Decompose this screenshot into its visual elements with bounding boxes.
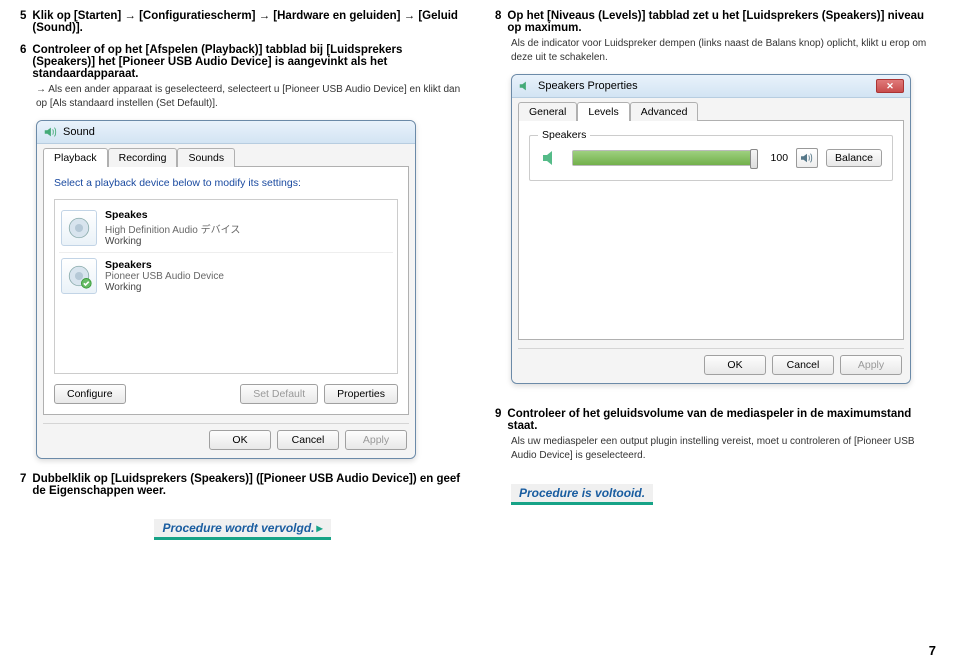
- volume-slider[interactable]: [572, 150, 756, 166]
- tab-playback[interactable]: Playback: [43, 148, 108, 167]
- device-sub: Pioneer USB Audio Device: [105, 271, 224, 282]
- step-text: Dubbelklik op [Luidsprekers (Speakers)] …: [32, 473, 465, 497]
- step-number: 7: [20, 473, 26, 497]
- group-legend: Speakers: [538, 129, 590, 141]
- step-text: Controleer of het geluidsvolume van de m…: [507, 408, 940, 432]
- tab-levels[interactable]: Levels: [577, 102, 629, 121]
- step-number: 5: [20, 10, 26, 34]
- apply-button[interactable]: Apply: [840, 355, 902, 375]
- device-row[interactable]: Speakers Pioneer USB Audio Device Workin…: [59, 253, 393, 299]
- step-note: Als de indicator voor Luidspreker dempen…: [511, 37, 940, 64]
- step-9: 9 Controleer of het geluidsvolume van de…: [495, 408, 940, 462]
- ok-button[interactable]: OK: [704, 355, 766, 375]
- tab-advanced[interactable]: Advanced: [630, 102, 699, 121]
- properties-button[interactable]: Properties: [324, 384, 398, 404]
- title-bar: Sound: [37, 121, 415, 144]
- step-5: 5 Klik op [Starten] → [Configuratiescher…: [20, 10, 465, 34]
- prompt-text: Select a playback device below to modify…: [54, 177, 398, 189]
- device-name: Speakers: [105, 259, 224, 271]
- procedure-complete: Procedure is voltooid.: [511, 484, 653, 505]
- step-number: 8: [495, 10, 501, 34]
- tab-panel: Speakers 100 Balan: [518, 120, 904, 340]
- tab-recording[interactable]: Recording: [108, 148, 178, 167]
- step-text: Op het [Niveaus (Levels)] tabblad zet u …: [507, 10, 940, 34]
- tab-strip: Playback Recording Sounds: [43, 148, 409, 167]
- dialog-title: Sound: [63, 126, 95, 138]
- cancel-button[interactable]: Cancel: [277, 430, 339, 450]
- volume-value: 100: [764, 152, 788, 164]
- device-status: Working: [105, 236, 240, 247]
- device-row[interactable]: Speakes High Definition Audio デバイス Worki…: [59, 204, 393, 253]
- sound-dialog: Sound Playback Recording Sounds Select a…: [36, 120, 416, 459]
- close-icon[interactable]: ✕: [876, 79, 904, 93]
- page-number: 7: [929, 643, 936, 658]
- title-bar: Speakers Properties ✕: [512, 75, 910, 98]
- device-status: Working: [105, 282, 224, 293]
- tab-panel: Select a playback device below to modify…: [43, 166, 409, 415]
- speaker-icon: [518, 79, 532, 93]
- sound-icon: [43, 125, 57, 139]
- tab-sounds[interactable]: Sounds: [177, 148, 235, 167]
- speaker-icon: [61, 258, 97, 294]
- cancel-button[interactable]: Cancel: [772, 355, 834, 375]
- apply-button[interactable]: Apply: [345, 430, 407, 450]
- set-default-button[interactable]: Set Default: [240, 384, 318, 404]
- ok-button[interactable]: OK: [209, 430, 271, 450]
- speaker-icon: [61, 210, 97, 246]
- step-number: 6: [20, 44, 26, 80]
- step-text: Klik op [Starten] → [Configuratiescherm]…: [32, 10, 465, 34]
- step-note: Als uw mediaspeler een output plugin ins…: [511, 435, 940, 462]
- step-note: → Als een ander apparaat is geselecteerd…: [36, 83, 465, 110]
- balance-button[interactable]: Balance: [826, 149, 882, 167]
- procedure-continues: Procedure wordt vervolgd.: [154, 519, 330, 540]
- device-sub: High Definition Audio デバイス: [105, 221, 240, 236]
- device-list: Speakes High Definition Audio デバイス Worki…: [54, 199, 398, 374]
- tab-strip: General Levels Advanced: [518, 102, 904, 121]
- step-8: 8 Op het [Niveaus (Levels)] tabblad zet …: [495, 10, 940, 64]
- step-7: 7 Dubbelklik op [Luidsprekers (Speakers)…: [20, 473, 465, 497]
- tab-general[interactable]: General: [518, 102, 577, 121]
- step-6: 6 Controleer of op het [Afspelen (Playba…: [20, 44, 465, 110]
- speaker-icon: [540, 146, 564, 170]
- dialog-title: Speakers Properties: [538, 80, 638, 92]
- speakers-properties-dialog: Speakers Properties ✕ General Levels Adv…: [511, 74, 911, 384]
- configure-button[interactable]: Configure: [54, 384, 126, 404]
- speakers-group: Speakers 100 Balan: [529, 135, 893, 181]
- mute-button[interactable]: [796, 148, 818, 168]
- step-text: Controleer of op het [Afspelen (Playback…: [32, 44, 465, 80]
- step-number: 9: [495, 408, 501, 432]
- device-name: Speakes: [105, 209, 240, 221]
